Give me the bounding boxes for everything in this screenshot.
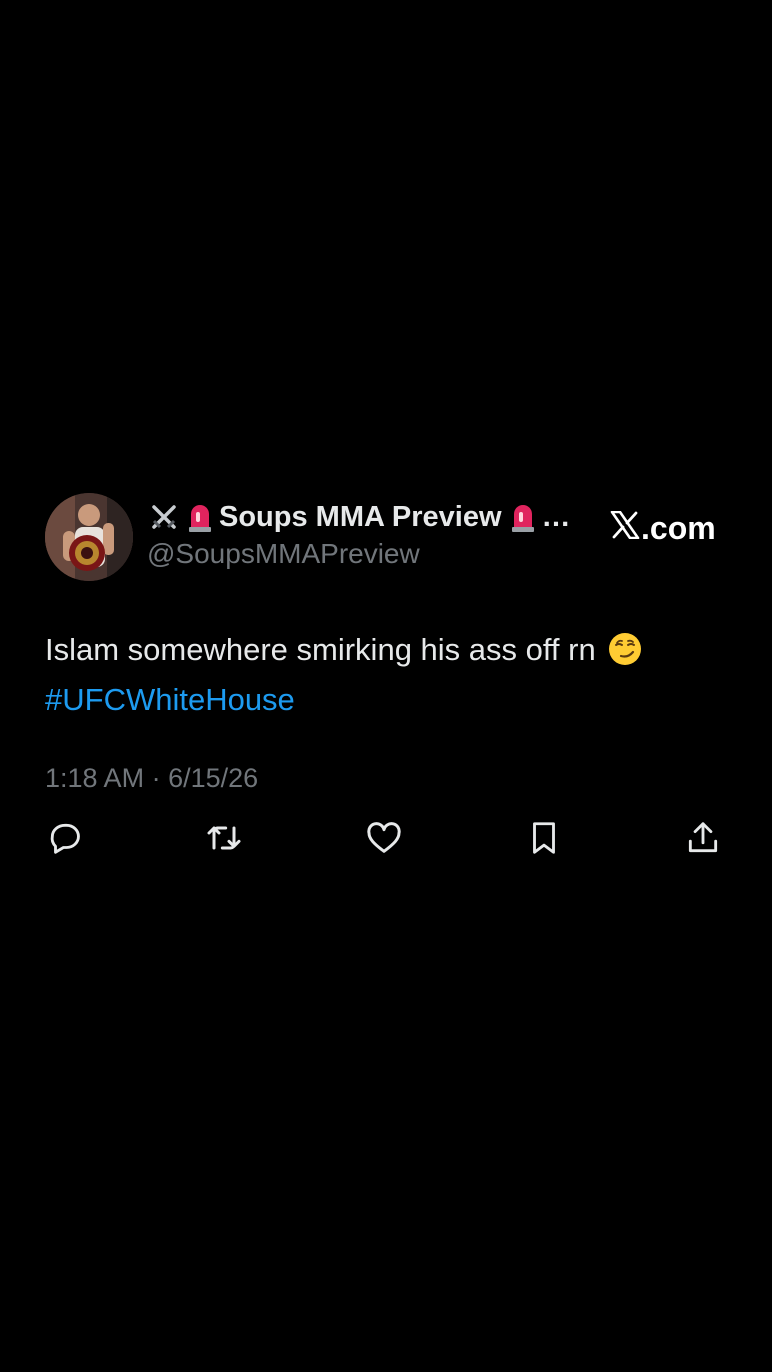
- bookmark-icon: [525, 819, 563, 862]
- timestamp-separator: ·: [151, 763, 161, 793]
- author-info[interactable]: Soups MMA Preview … @SoupsMMAPreview: [147, 500, 587, 571]
- display-name-row[interactable]: Soups MMA Preview …: [147, 500, 587, 534]
- brand-suffix: .com: [641, 510, 716, 546]
- display-name: Soups MMA Preview: [219, 501, 502, 533]
- x-logo-icon: [610, 508, 640, 548]
- handle[interactable]: @SoupsMMAPreview: [147, 537, 587, 571]
- avatar[interactable]: [45, 493, 133, 581]
- retweet-button[interactable]: [204, 820, 244, 860]
- siren-icon: [506, 500, 540, 534]
- name-truncation: …: [541, 501, 571, 533]
- crossed-swords-icon: [147, 500, 181, 534]
- bookmark-button[interactable]: [524, 820, 564, 860]
- smirking-face-icon: [608, 632, 642, 678]
- tweet-time: 1:18 AM: [45, 763, 145, 793]
- like-icon: [364, 818, 404, 863]
- action-bar: [45, 820, 723, 862]
- share-button[interactable]: [683, 820, 723, 860]
- retweet-icon: [204, 818, 244, 863]
- reply-button[interactable]: [45, 820, 85, 860]
- tweet-body: Islam somewhere smirking his ass off rn: [45, 632, 596, 667]
- like-button[interactable]: [364, 820, 404, 860]
- share-icon: [684, 819, 722, 862]
- x-com-brand: .com: [610, 508, 716, 548]
- hashtag-link[interactable]: #UFCWhiteHouse: [45, 678, 725, 722]
- timestamp[interactable]: 1:18 AM · 6/15/26: [45, 760, 258, 796]
- siren-icon: [183, 500, 217, 534]
- reply-icon: [46, 819, 84, 862]
- tweet-text: Islam somewhere smirking his ass off rn …: [45, 628, 725, 722]
- tweet-date: 6/15/26: [168, 763, 259, 793]
